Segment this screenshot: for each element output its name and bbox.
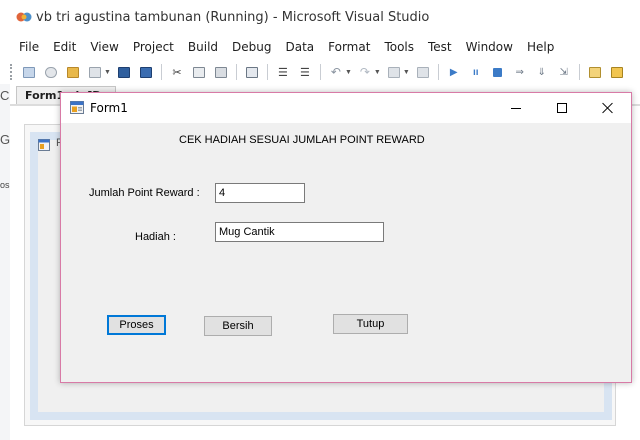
maximize-button[interactable] [539,93,585,123]
undo-icon[interactable]: ↶ [328,64,344,80]
stop-icon[interactable] [490,64,506,80]
pause-icon[interactable]: ıı [468,64,484,80]
vs-app-icon [16,12,32,22]
tutup-button[interactable]: Tutup [333,314,408,334]
form1-client-area: CEK HADIAH SESUAI JUMLAH POINT REWARD Ju… [61,123,631,382]
cut-icon[interactable]: ✂ [169,64,185,80]
open-folder-icon[interactable] [65,64,81,80]
menu-project[interactable]: Project [133,40,174,54]
dropdown-arrow-icon[interactable]: ▼ [374,69,381,76]
step-over-icon[interactable]: ⇲ [556,64,572,80]
redo-icon[interactable]: ↷ [357,64,373,80]
maximize-icon [557,103,567,113]
hadiah-output[interactable] [215,222,384,242]
show-next-statement-icon[interactable]: ⇒ [512,64,528,80]
toolbar-grip[interactable] [10,64,14,80]
find-icon[interactable] [244,64,260,80]
navigate-backward-icon[interactable] [386,64,402,80]
comment-icon[interactable]: ☰ [275,64,291,80]
add-item-icon[interactable] [43,64,59,80]
menu-data[interactable]: Data [285,40,314,54]
toolbar-separator [235,64,237,80]
close-icon [602,102,614,114]
point-reward-label: Jumlah Point Reward : [89,187,200,199]
vs-menu-bar: File Edit View Project Build Debug Data … [0,36,640,58]
find-in-files-icon[interactable] [587,64,603,80]
minimize-button[interactable] [493,93,539,123]
point-reward-input[interactable] [215,183,305,203]
vs-window-title: vb tri agustina tambunan (Running) - Mic… [36,10,430,25]
save-all-icon[interactable] [138,64,154,80]
toolbar-separator [578,64,580,80]
close-button[interactable] [585,93,631,123]
left-panel-letter: C [0,88,10,103]
menu-test[interactable]: Test [428,40,452,54]
add-window-icon[interactable] [87,64,103,80]
menu-debug[interactable]: Debug [232,40,271,54]
menu-file[interactable]: File [19,40,39,54]
form-heading: CEK HADIAH SESUAI JUMLAH POINT REWARD [179,134,425,146]
left-panel-letter: os [0,180,10,190]
form1-window: Form1 CEK HADIAH SESUAI JUMLAH POINT REW… [60,92,632,383]
minimize-icon [511,107,521,109]
designer-form-icon [38,139,50,151]
dropdown-arrow-icon[interactable]: ▼ [403,69,410,76]
menu-tools[interactable]: Tools [384,40,414,54]
menu-window[interactable]: Window [466,40,513,54]
menu-format[interactable]: Format [328,40,370,54]
save-icon[interactable] [116,64,132,80]
vs-toolbar: ▼ ✂ ☰ ☰ ↶ ▼ ↷ ▼ ▼ ▶ ıı ⇒ ⇓ ⇲ [0,60,640,84]
dropdown-arrow-icon[interactable]: ▼ [345,69,352,76]
menu-build[interactable]: Build [188,40,218,54]
toolbar-separator [266,64,268,80]
new-project-icon[interactable] [21,64,37,80]
menu-edit[interactable]: Edit [53,40,76,54]
step-into-icon[interactable]: ⇓ [534,64,550,80]
dropdown-arrow-icon[interactable]: ▼ [104,69,111,76]
uncomment-icon[interactable]: ☰ [297,64,313,80]
toolbar-separator [437,64,439,80]
form1-title: Form1 [90,101,128,115]
proses-button[interactable]: Proses [107,315,166,335]
vs-title-bar: vb tri agustina tambunan (Running) - Mic… [0,0,640,34]
hadiah-label: Hadiah : [135,231,176,243]
form1-title-bar[interactable]: Form1 [61,93,631,123]
bersih-button[interactable]: Bersih [204,316,272,336]
toolbar-separator [160,64,162,80]
copy-icon[interactable] [191,64,207,80]
left-panel-letter: G [0,132,11,147]
menu-help[interactable]: Help [527,40,554,54]
paste-icon[interactable] [213,64,229,80]
continue-icon[interactable]: ▶ [446,64,462,80]
navigate-forward-icon[interactable] [415,64,431,80]
solution-explorer-icon[interactable] [609,64,625,80]
menu-view[interactable]: View [90,40,118,54]
toolbar-separator [319,64,321,80]
form-app-icon [70,101,84,114]
